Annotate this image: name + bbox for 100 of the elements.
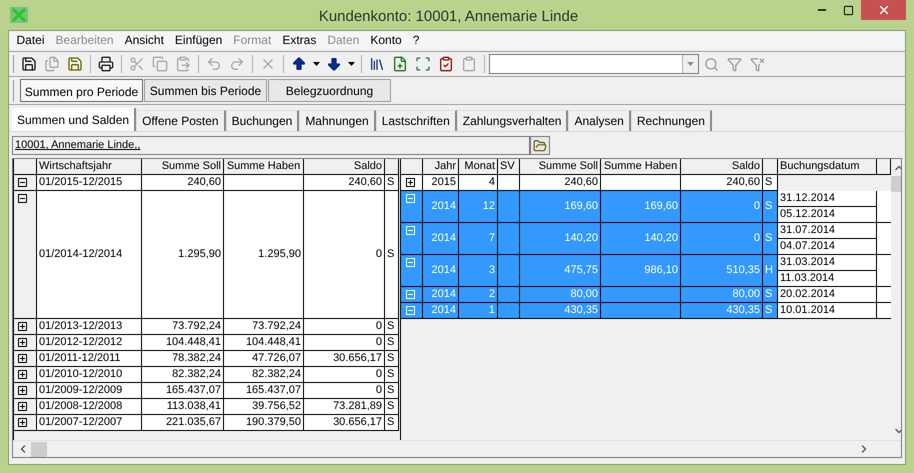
table-cell-text: 510,35 xyxy=(726,263,760,278)
expand-icon[interactable] xyxy=(406,178,415,187)
table-cell-text: 7 xyxy=(488,231,495,246)
column-header[interactable]: Summe Haben xyxy=(226,159,300,175)
table-cell xyxy=(498,303,520,319)
table-cell-text: 01/2008-12/2008 xyxy=(39,399,122,414)
tab[interactable]: Lastschriften xyxy=(376,110,457,131)
table-cell-text: 0 xyxy=(376,335,382,350)
table-cell-text: 240,60 xyxy=(726,175,760,190)
table-cell-text: 73.792,24 xyxy=(172,319,221,334)
table-row[interactable]: 2015 4 240,60 240,60 S xyxy=(401,175,891,191)
menu-item[interactable]: Einfügen xyxy=(169,31,228,49)
tab[interactable]: Analysen xyxy=(568,110,631,131)
table-row[interactable]: 2014 1 430,35 430,35 S 10.01.2014 xyxy=(401,303,891,319)
expand-icon[interactable] xyxy=(18,354,27,363)
menu-item[interactable]: ? xyxy=(407,31,425,49)
table-cell-text: S xyxy=(387,399,394,414)
table-cell-text: 80,00 xyxy=(732,287,760,302)
column-header[interactable]: Summe Haben xyxy=(604,159,678,175)
tab[interactable]: Buchungen xyxy=(226,110,300,131)
table-cell-text: 04.07.2014 xyxy=(780,239,836,254)
table-cell-text: 430,35 xyxy=(564,303,598,318)
table-cell-text: S xyxy=(387,351,394,366)
tab[interactable]: Offene Posten xyxy=(136,110,226,131)
tab[interactable]: Zahlungsverhalten xyxy=(456,110,568,131)
table-cell-text: 240,60 xyxy=(187,175,221,190)
account-field[interactable]: 10001, Annemarie Linde,, xyxy=(12,136,530,155)
column-header[interactable]: Buchungsdatum xyxy=(780,159,860,175)
clipboard-icon xyxy=(175,56,191,72)
table-cell-text: 240,60 xyxy=(564,175,598,190)
tab[interactable]: Rechnungen xyxy=(630,110,712,131)
horizontal-scrollbar[interactable] xyxy=(13,440,901,457)
column-header[interactable]: Jahr xyxy=(434,159,456,175)
expand-icon[interactable] xyxy=(18,370,27,379)
view-button[interactable]: Summen pro Periode xyxy=(20,79,143,102)
table-cell-text: 104.448,41 xyxy=(166,335,221,350)
menu-item[interactable]: Extras xyxy=(276,31,322,49)
table-cell-text: 01/2007-12/2007 xyxy=(39,415,122,430)
column-header[interactable]: Summe Soll xyxy=(162,159,221,175)
table-cell-text: 39.756,52 xyxy=(252,399,301,414)
table-cell-text: 113.038,41 xyxy=(166,399,221,414)
expand-icon[interactable] xyxy=(18,338,27,347)
expand-icon[interactable] xyxy=(18,418,27,427)
table-cell-text: S xyxy=(765,175,772,190)
table-cell-text: 0 xyxy=(376,247,382,262)
folder-button[interactable] xyxy=(530,136,550,155)
search-combobox[interactable] xyxy=(489,54,699,74)
table-cell-text: 01/2013-12/2013 xyxy=(39,319,122,334)
scrollbar-thumb[interactable] xyxy=(31,442,47,456)
column-header[interactable]: Saldo xyxy=(354,159,382,175)
table-cell-text: 475,75 xyxy=(564,263,598,278)
save-icon xyxy=(67,56,83,72)
column-header[interactable]: Summe Soll xyxy=(538,159,598,175)
table-cell-text: 2014 xyxy=(432,199,456,214)
arrow-down-icon xyxy=(326,56,342,72)
save-icon xyxy=(21,56,37,72)
table-cell-text: S xyxy=(765,287,772,302)
menu-item[interactable]: Ansicht xyxy=(119,31,170,49)
table-cell-text: 0 xyxy=(376,367,382,382)
table-cell-text: S xyxy=(387,175,394,190)
expand-icon[interactable] xyxy=(18,402,27,411)
tab[interactable]: Summen und Salden xyxy=(12,108,136,131)
table-cell-text: 0 xyxy=(376,319,382,334)
table-cell-text: 4 xyxy=(488,175,495,190)
collapse-icon[interactable] xyxy=(18,194,27,203)
table-cell-text: 430,35 xyxy=(726,303,760,318)
table-cell-text: 01/2010-12/2010 xyxy=(39,367,122,382)
table-cell-text: 169,60 xyxy=(564,199,598,214)
arrow-up-icon xyxy=(291,56,307,72)
column-header[interactable]: SV xyxy=(500,159,515,175)
view-button[interactable]: Belegzuordnung xyxy=(268,79,391,102)
copy-icon xyxy=(44,56,60,72)
column-header[interactable]: Monat xyxy=(464,159,495,175)
table-row[interactable]: 2014 2 80,00 80,00 S 20.02.2014 xyxy=(401,287,891,303)
expand-icon[interactable] xyxy=(18,322,27,331)
table-cell-text: 82.382,24 xyxy=(172,367,221,382)
table-cell-text: S xyxy=(387,335,394,350)
menu-item[interactable]: Konto xyxy=(364,31,408,49)
tab[interactable]: Mahnungen xyxy=(299,110,376,131)
table-cell-text: 01/2009-12/2009 xyxy=(39,383,122,398)
table-cell-text: S xyxy=(765,231,772,246)
caret-icon[interactable] xyxy=(313,62,320,66)
column-header[interactable]: Wirtschaftsjahr xyxy=(39,159,112,175)
menu-item[interactable]: Datei xyxy=(11,31,50,49)
search-icon xyxy=(704,56,718,72)
collapse-icon[interactable] xyxy=(18,178,27,187)
close-button[interactable] xyxy=(861,0,906,20)
expand-icon[interactable] xyxy=(18,386,27,395)
table-cell-text: 01/2014-12/2014 xyxy=(39,247,122,262)
table-cell-text: 240,60 xyxy=(348,175,382,190)
table-cell-text: 0 xyxy=(754,199,760,214)
clear-filter-icon xyxy=(750,56,764,72)
column-header[interactable]: Saldo xyxy=(732,159,760,175)
table-cell-text: 30.656,17 xyxy=(333,415,382,430)
table-cell-text: 82.382,24 xyxy=(252,367,301,382)
table-cell-text: 73.792,24 xyxy=(252,319,301,334)
view-button[interactable]: Summen bis Periode xyxy=(144,79,267,102)
table-cell-text: 1 xyxy=(488,303,495,318)
caret-icon[interactable] xyxy=(348,62,355,66)
table-cell-text: S xyxy=(765,199,772,214)
